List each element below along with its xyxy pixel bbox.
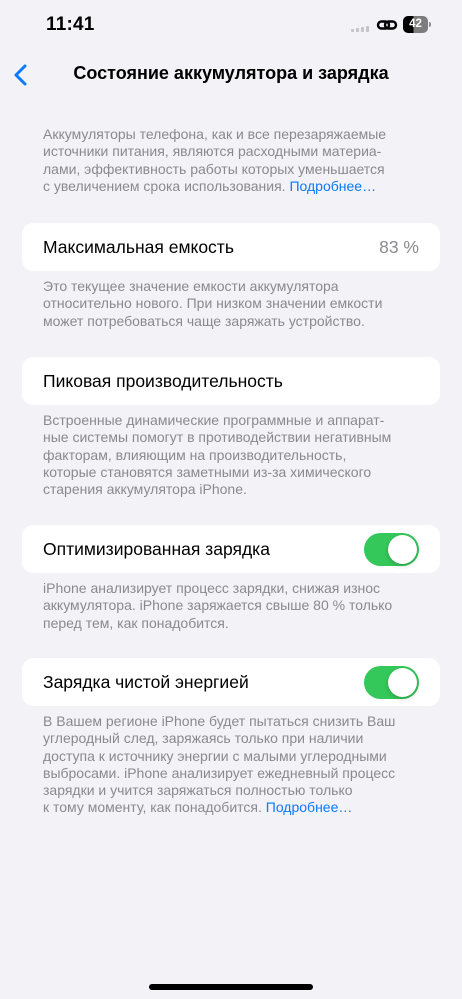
- clean-energy-charging-toggle[interactable]: [364, 666, 419, 699]
- description-line-text: к тому моменту, как понадобится.: [43, 799, 262, 816]
- intro-line: лами, эффективность работы которых умень…: [43, 160, 385, 177]
- description-line: которые становятся заметными из-за химич…: [43, 463, 372, 480]
- max-capacity-description: Это текущее значение емкости аккумулятор…: [43, 278, 428, 330]
- description-line: iPhone анализирует процесс зарядки, сниж…: [43, 580, 381, 596]
- optimized-charging-label: Оптимизированная зарядка: [43, 539, 270, 559]
- intro-line-text: с увеличением срока использования.: [43, 177, 286, 194]
- max-capacity-row: Максимальная емкость 83 %: [22, 223, 440, 271]
- optimized-charging-row: Оптимизированная зарядка: [22, 525, 440, 573]
- description-line: углеродный след, заряжаясь только при на…: [43, 730, 364, 747]
- peak-performance-row: Пиковая производительность: [22, 357, 440, 405]
- description-line: старения аккумулятора iPhone.: [43, 481, 247, 498]
- status-bar: 11:41 42: [0, 0, 462, 54]
- description-line: относительно нового. При низком значении…: [43, 295, 383, 312]
- clean-energy-charging-description: В Вашем регионе iPhone будет пытаться сн…: [43, 713, 428, 817]
- learn-more-link[interactable]: Подробнее…: [289, 178, 376, 194]
- cellular-signal-icon: [351, 26, 369, 32]
- description-line: Это текущее значение емкости аккумулятор…: [43, 278, 339, 294]
- intro-line: Аккумуляторы телефона, как и все перезар…: [43, 126, 387, 142]
- description-line: зарядки и учится заряжаться полностью то…: [43, 782, 353, 799]
- home-indicator[interactable]: [149, 984, 313, 990]
- max-capacity-value: 83 %: [379, 237, 419, 257]
- max-capacity-label: Максимальная емкость: [43, 237, 234, 257]
- learn-more-link[interactable]: Подробнее…: [266, 799, 353, 815]
- description-line: перед тем, как понадобится.: [43, 614, 229, 631]
- description-line: доступа к источнику энергии с малыми угл…: [43, 747, 387, 764]
- intro-line: источники питания, являются расходными м…: [43, 143, 382, 160]
- intro-text: Аккумуляторы телефона, как и все перезар…: [43, 126, 428, 195]
- peak-performance-label: Пиковая производительность: [43, 371, 283, 391]
- description-line: ные системы помогут в противодействии не…: [43, 429, 392, 446]
- description-line: Встроенные динамические программные и ап…: [43, 412, 385, 428]
- page-title: Состояние аккумулятора и зарядка: [73, 63, 389, 83]
- status-time: 11:41: [46, 14, 95, 35]
- description-line: выбросами. iPhone анализирует ежедневный…: [43, 764, 396, 781]
- battery-icon: 42: [403, 16, 431, 33]
- toggle-knob: [388, 535, 417, 564]
- optimized-charging-description: iPhone анализирует процесс зарядки, сниж…: [43, 580, 428, 632]
- description-line: к тому моменту, как понадобится. Подробн…: [43, 799, 428, 816]
- link-icon: [376, 20, 398, 30]
- toggle-knob: [388, 668, 417, 697]
- description-line: может потребоваться чаще заряжать устрой…: [43, 312, 365, 329]
- optimized-charging-toggle[interactable]: [364, 533, 419, 566]
- clean-energy-charging-row: Зарядка чистой энергией: [22, 658, 440, 706]
- description-line: факторам, влияющим на производительность…: [43, 446, 347, 463]
- peak-performance-description: Встроенные динамические программные и ап…: [43, 412, 428, 498]
- description-line: аккумулятора. iPhone заряжается свыше 80…: [43, 597, 393, 614]
- battery-health-screen: 11:41 42 Состояние аккумулятора и зарядк…: [0, 0, 462, 999]
- battery-level: 42: [403, 16, 428, 33]
- clean-energy-charging-label: Зарядка чистой энергией: [43, 672, 249, 692]
- description-line: В Вашем регионе iPhone будет пытаться сн…: [43, 713, 396, 729]
- intro-line: с увеличением срока использования. Подро…: [43, 178, 428, 195]
